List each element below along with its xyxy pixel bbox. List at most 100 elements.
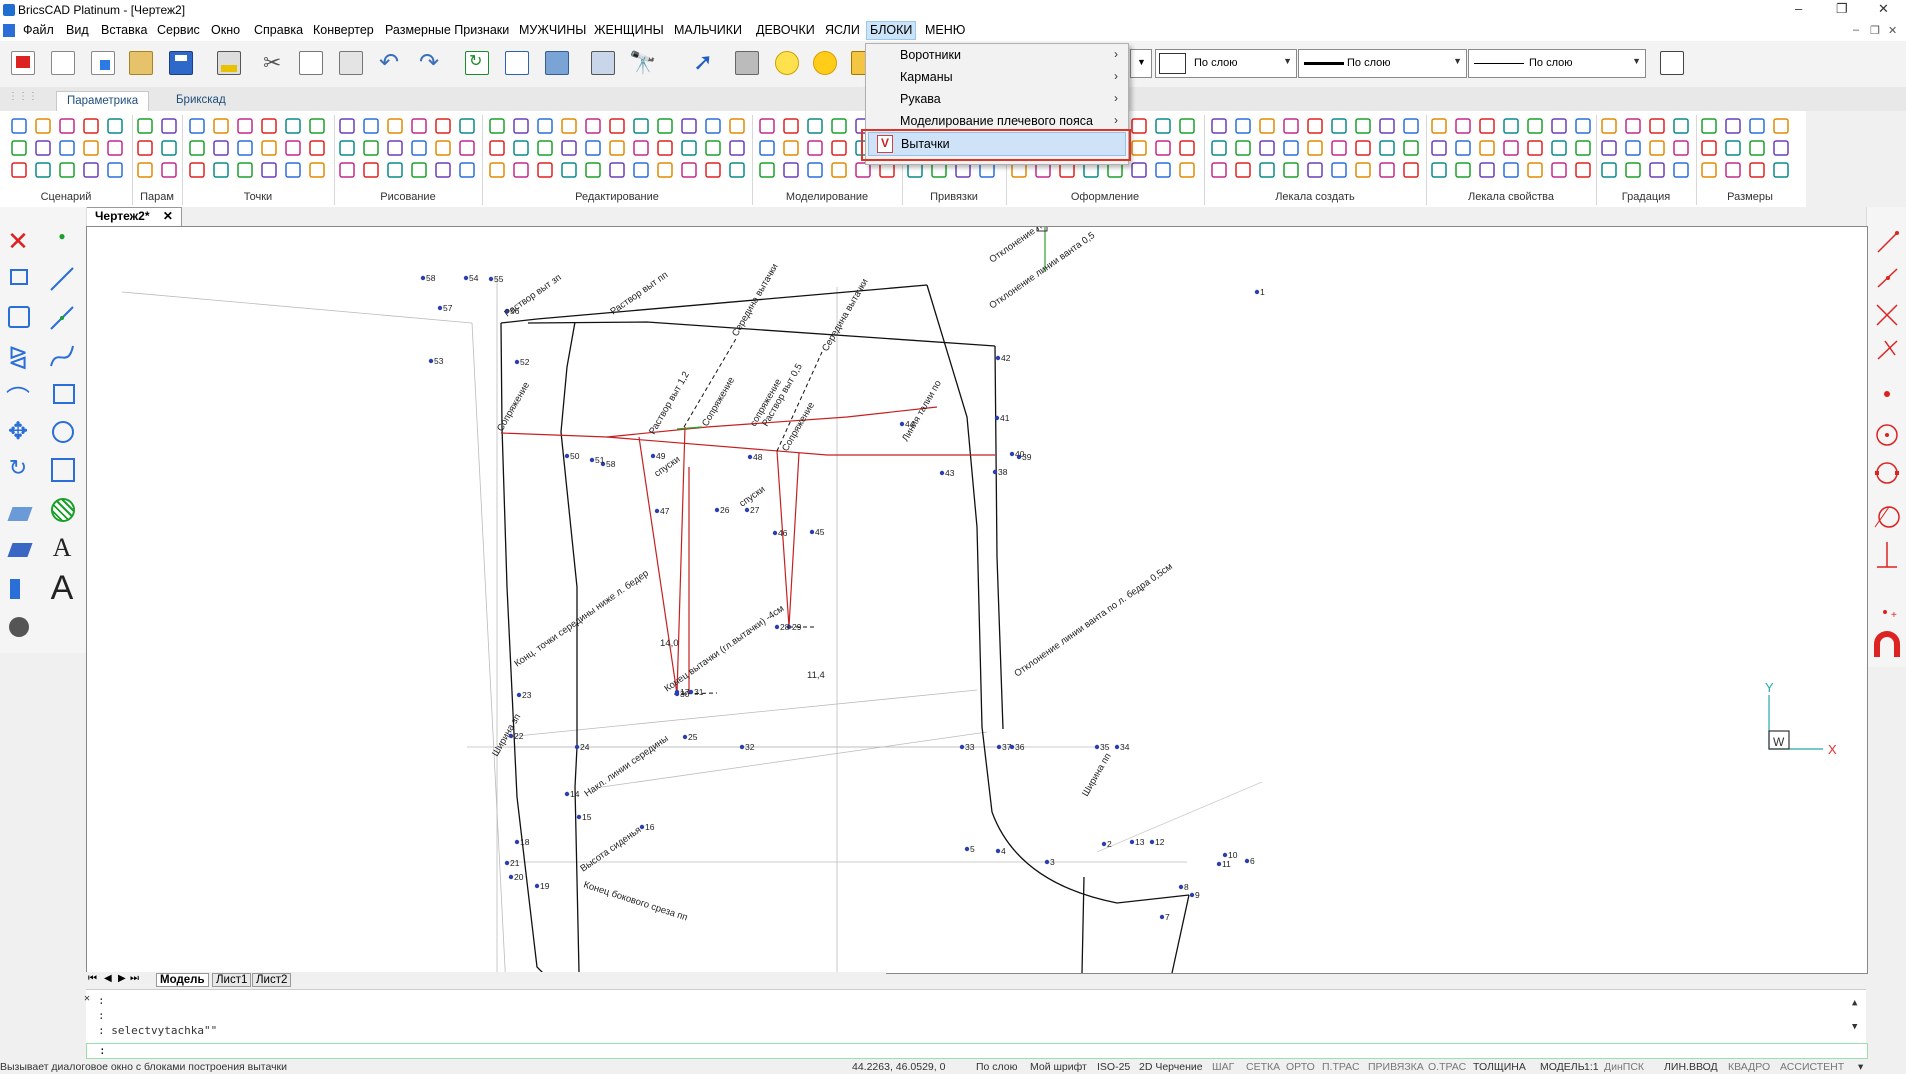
ribbon-tool-icon[interactable] (261, 118, 277, 134)
ribbon-tool-icon[interactable] (1155, 140, 1171, 156)
ribbon-tool-icon[interactable] (35, 140, 51, 156)
point-marker[interactable] (1216, 861, 1222, 867)
point-marker[interactable] (747, 454, 753, 460)
close-tab-icon[interactable]: ✕ (163, 209, 173, 223)
point-marker[interactable] (682, 734, 688, 740)
copy-icon[interactable] (294, 45, 328, 81)
ribbon-tool-icon[interactable] (161, 118, 177, 134)
ribbon-tool-icon[interactable] (1259, 140, 1275, 156)
ribbon-tool-icon[interactable] (1575, 118, 1591, 134)
ribbon-tool-icon[interactable] (1503, 118, 1519, 134)
rotate-icon[interactable]: ↻ (4, 455, 32, 483)
ribbon-tool-icon[interactable] (189, 162, 205, 178)
pdf-icon[interactable] (6, 45, 40, 81)
prev-layout-icon[interactable]: ◀ (104, 973, 112, 984)
ribbon-tool-icon[interactable] (459, 140, 475, 156)
point-icon[interactable]: ● (48, 229, 76, 257)
point-marker[interactable] (959, 744, 965, 750)
point-marker[interactable] (774, 624, 780, 630)
ribbon-tool-icon[interactable] (1379, 162, 1395, 178)
ribbon-tool-icon[interactable] (237, 140, 253, 156)
menu-insert[interactable]: Вставка (98, 23, 150, 37)
ribbon-tool-icon[interactable] (1011, 162, 1027, 178)
ribbon-tool-icon[interactable] (609, 162, 625, 178)
ribbon-tool-icon[interactable] (1725, 162, 1741, 178)
ribbon-tool-icon[interactable] (107, 118, 123, 134)
mtext-icon[interactable]: A (48, 571, 76, 605)
status-otrack[interactable]: О.ТРАС (1428, 1061, 1466, 1073)
status-scale[interactable]: 1:1 (1584, 1061, 1599, 1073)
ribbon-tool-icon[interactable] (1725, 118, 1741, 134)
ribbon-tool-icon[interactable] (1131, 118, 1147, 134)
status-snap[interactable]: ШАГ (1212, 1061, 1234, 1073)
point-marker[interactable] (899, 421, 905, 427)
ribbon-tool-icon[interactable] (1455, 118, 1471, 134)
point-marker[interactable] (995, 848, 1001, 854)
ribbon-tool-icon[interactable] (1403, 140, 1419, 156)
ribbon-tool-icon[interactable] (161, 162, 177, 178)
ribbon-tool-icon[interactable] (537, 118, 553, 134)
ribbon-tool-icon[interactable] (11, 162, 27, 178)
ribbon-tool-icon[interactable] (1307, 118, 1323, 134)
ribbon-tool-icon[interactable] (59, 118, 75, 134)
ribbon-tool-icon[interactable] (59, 140, 75, 156)
ribbon-tool-icon[interactable] (855, 162, 871, 178)
point-marker[interactable] (639, 824, 645, 830)
ribbon-tool-icon[interactable] (955, 162, 971, 178)
ribbon-tool-icon[interactable] (1431, 118, 1447, 134)
layer-icon[interactable] (4, 501, 33, 529)
point-marker[interactable] (992, 469, 998, 475)
ribbon-tool-icon[interactable] (35, 118, 51, 134)
ribbon-tool-icon[interactable] (1773, 140, 1789, 156)
ribbon-tool-icon[interactable] (435, 140, 451, 156)
ribbon-tool-icon[interactable] (807, 118, 823, 134)
ribbon-tool-icon[interactable] (1307, 162, 1323, 178)
point-marker[interactable] (488, 276, 494, 282)
doc-close-icon[interactable]: ✕ (1888, 24, 1897, 37)
ribbon-tool-icon[interactable] (1503, 162, 1519, 178)
point-marker[interactable] (964, 846, 970, 852)
ribbon-tool-icon[interactable] (213, 162, 229, 178)
ribbon-tool-icon[interactable] (831, 162, 847, 178)
bulb-icon[interactable] (770, 45, 804, 81)
ribbon-tool-icon[interactable] (489, 118, 505, 134)
point-marker[interactable] (1094, 744, 1100, 750)
ribbon-tool-icon[interactable] (213, 140, 229, 156)
snap-icons[interactable]: + (1867, 207, 1906, 667)
ribbon-tool-icon[interactable] (11, 118, 27, 134)
status-dyninput[interactable]: ЛИН.ВВОД (1664, 1061, 1718, 1073)
ribbon-tool-icon[interactable] (783, 140, 799, 156)
ribbon-tool-icon[interactable] (1455, 140, 1471, 156)
ribbon-tool-icon[interactable] (285, 118, 301, 134)
color-combo[interactable]: По слою ▼ (1155, 49, 1297, 78)
ribbon-tool-icon[interactable] (633, 118, 649, 134)
status-menu-icon[interactable]: ▾ (1858, 1061, 1863, 1073)
ribbon-tool-icon[interactable] (633, 162, 649, 178)
point-marker[interactable] (534, 883, 540, 889)
sun-icon[interactable] (808, 45, 842, 81)
ribbon-tool-icon[interactable] (657, 118, 673, 134)
ribbon-tool-icon[interactable] (681, 118, 697, 134)
ribbon-tool-icon[interactable] (459, 162, 475, 178)
ribbon-tool-icon[interactable] (537, 162, 553, 178)
point-marker[interactable] (1149, 839, 1155, 845)
ribbon-tool-icon[interactable] (1575, 162, 1591, 178)
ribbon-tool-icon[interactable] (1527, 162, 1543, 178)
copy-objects-icon[interactable] (4, 263, 32, 291)
point-marker[interactable] (1044, 859, 1050, 865)
ribbon-tool-icon[interactable] (1331, 140, 1347, 156)
ribbon-tool-icon[interactable] (609, 140, 625, 156)
first-layout-icon[interactable]: ⏮ (88, 973, 97, 984)
edit-notes-icon[interactable] (1655, 45, 1689, 81)
ribbon-tool-icon[interactable] (1211, 140, 1227, 156)
ribbon-tool-icon[interactable] (1259, 162, 1275, 178)
ribbon-tool-icon[interactable] (1725, 140, 1741, 156)
point-marker[interactable] (1189, 892, 1195, 898)
ribbon-tool-icon[interactable] (1527, 118, 1543, 134)
ribbon-tool-icon[interactable] (1455, 162, 1471, 178)
ribbon-tool-icon[interactable] (1307, 140, 1323, 156)
ribbon-tool-icon[interactable] (1355, 118, 1371, 134)
menu-window[interactable]: Окно (208, 23, 243, 37)
ribbon-tool-icon[interactable] (1701, 118, 1717, 134)
ribbon-tool-icon[interactable] (831, 140, 847, 156)
